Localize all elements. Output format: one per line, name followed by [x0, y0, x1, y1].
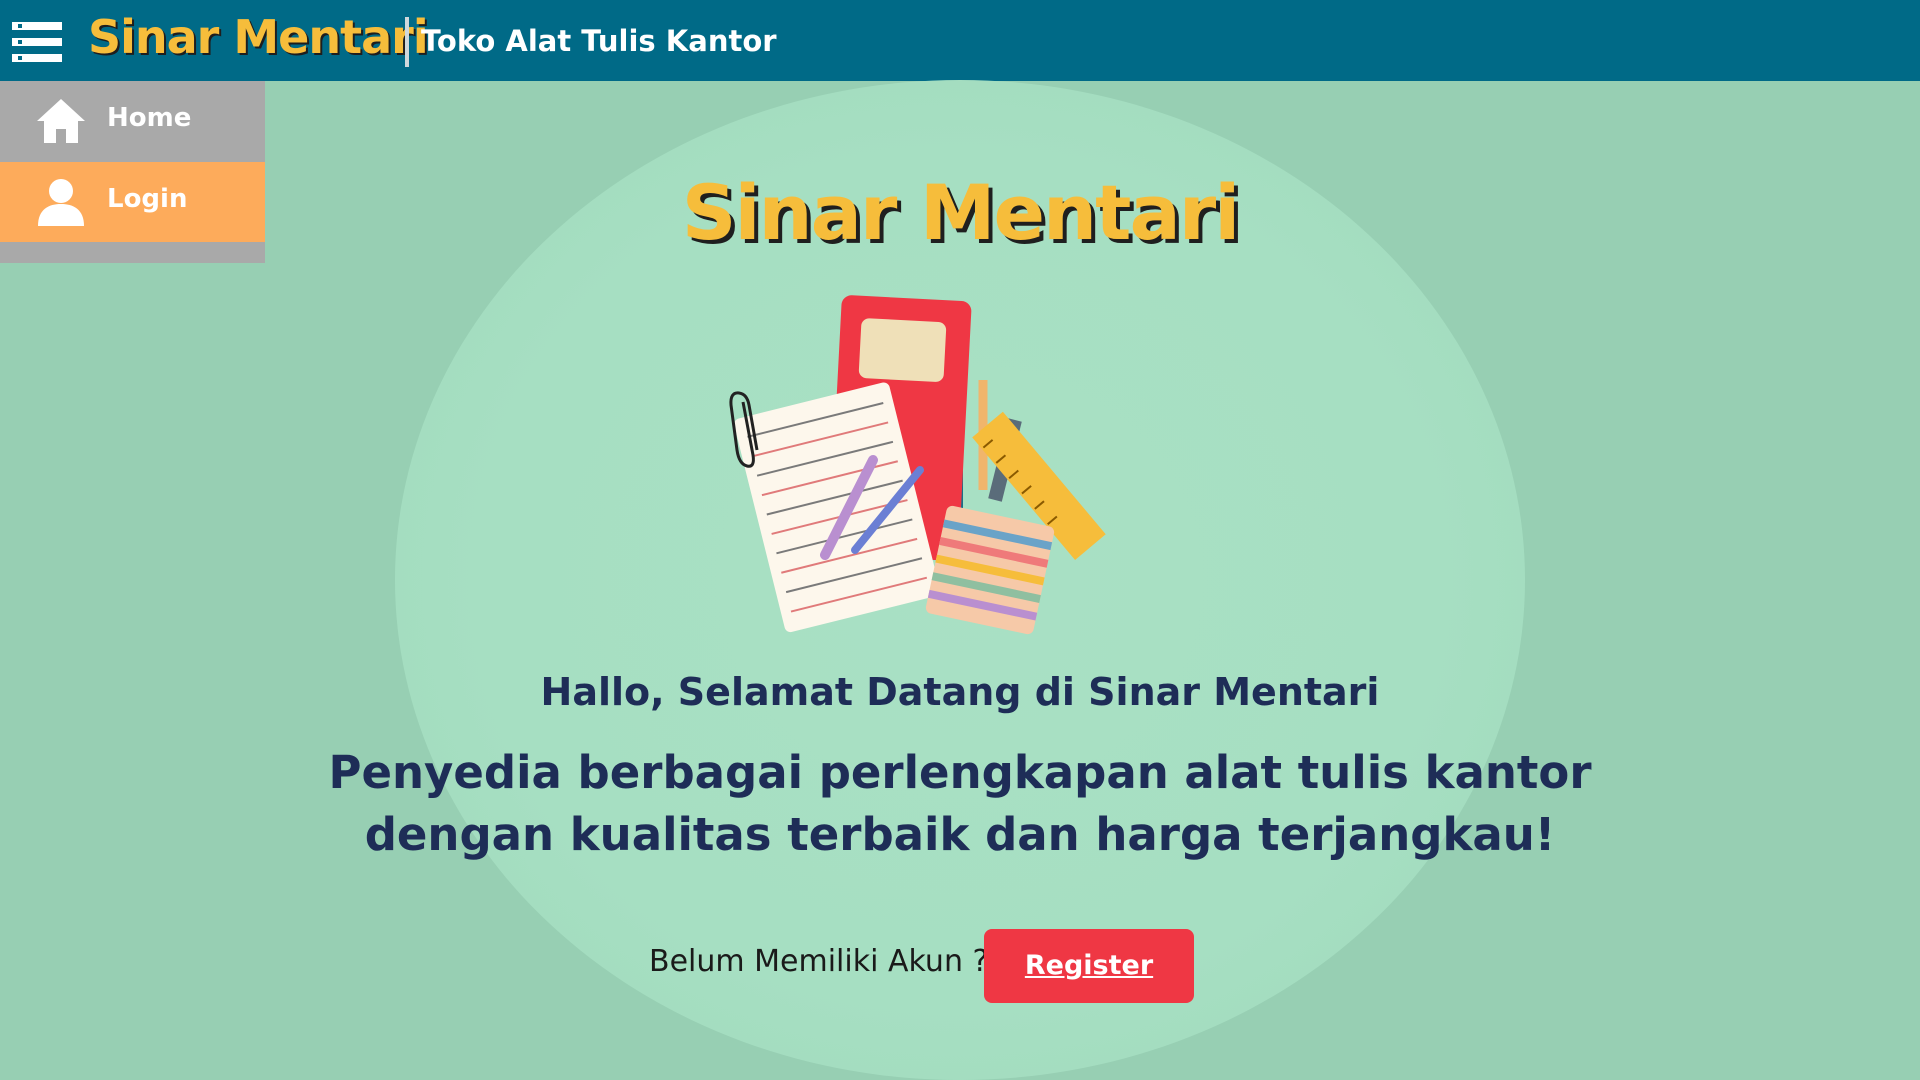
brand-tagline: Toko Alat Tulis Kantor	[421, 24, 777, 58]
welcome-text: Hallo, Selamat Datang di Sinar Mentari	[540, 670, 1380, 714]
account-prompt: Belum Memiliki Akun ?	[649, 944, 989, 979]
stationery-illustration	[725, 290, 1145, 640]
hero-title: Sinar Mentari	[681, 168, 1241, 257]
headline: Penyedia berbagai perlengkapan alat tuli…	[0, 742, 1920, 866]
sidebar-item-label: Home	[107, 103, 192, 133]
register-button[interactable]: Register	[984, 929, 1194, 1003]
headline-line: Penyedia berbagai perlengkapan alat tuli…	[328, 746, 1592, 799]
sidebar-item-home[interactable]: Home	[0, 81, 265, 161]
brand-divider	[405, 17, 409, 67]
top-navbar: Sinar Mentari Toko Alat Tulis Kantor	[0, 0, 1920, 81]
brand-logo[interactable]: Sinar Mentari	[88, 10, 429, 64]
home-icon	[35, 95, 87, 147]
headline-line: dengan kualitas terbaik dan harga terjan…	[364, 808, 1556, 861]
hamburger-menu-icon[interactable]	[12, 22, 62, 62]
